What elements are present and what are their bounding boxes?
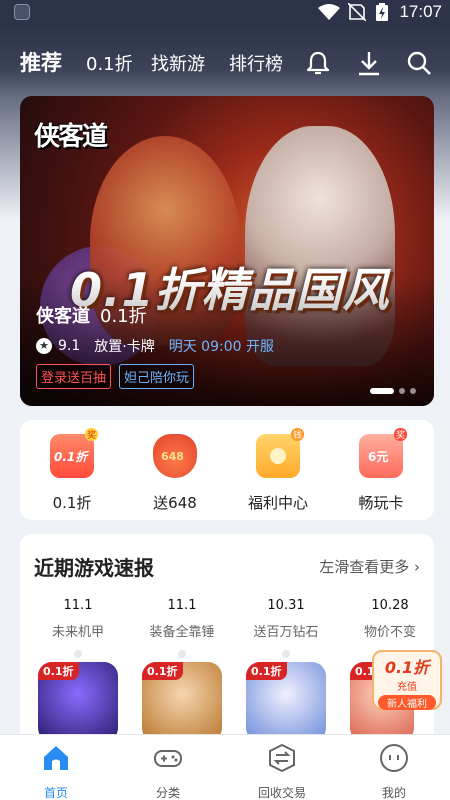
banner-tags: 登录送百抽 妲己陪你玩 [36, 364, 195, 389]
top-navigation: 推荐 0.1折 找新游 排行榜 [0, 24, 450, 100]
game-icon-hammer[interactable]: 0.1折 [142, 662, 222, 742]
timeline-item[interactable]: 10.28 物价不变 [338, 598, 442, 658]
timeline-name: 装备全靠锤 [149, 625, 215, 640]
tab-new-games[interactable]: 找新游 [151, 50, 205, 76]
gift-box-icon: 钱 [256, 428, 304, 478]
see-more-link[interactable]: 左滑查看更多 › [319, 556, 420, 577]
nav-label: 首页 [43, 786, 68, 800]
timeline-item[interactable]: 11.1 装备全靠锤 [130, 598, 234, 658]
recent-games-news: 近期游戏速报 左滑查看更多 › 11.1 未来机甲 11.1 装备全靠锤 10.… [20, 534, 434, 744]
star-icon: ★ [36, 338, 52, 354]
timeline-date: 10.31 [267, 598, 305, 613]
carousel-dot-active[interactable] [370, 388, 394, 394]
nav-label: 回收交易 [257, 786, 306, 800]
quick-entry-play-card[interactable]: 6元 奖 畅玩卡 [336, 428, 426, 513]
tab-recommend[interactable]: 推荐 [20, 47, 62, 77]
tag-companion: 妲己陪你玩 [119, 364, 195, 389]
banner-game-logo: 侠客道 [34, 122, 108, 152]
game-icon-future-mecha[interactable]: 0.1折 [38, 662, 118, 742]
timeline-dot [74, 650, 82, 658]
game-name: 侠客道 [36, 306, 90, 327]
game-discount: 0.1折 [100, 306, 147, 327]
carousel-dot[interactable] [410, 388, 416, 394]
game-rating: 9.1 [58, 338, 81, 354]
nav-home[interactable]: 首页 [0, 743, 112, 800]
tab-ranking[interactable]: 排行榜 [229, 50, 283, 76]
game-genre: 放置·卡牌 [94, 339, 155, 355]
timeline-dot [282, 650, 290, 658]
shield-icon [14, 4, 30, 20]
banner-meta: ★ 9.1 放置·卡牌 明天 09:00 开服 [36, 336, 274, 356]
timeline-date: 11.1 [63, 598, 93, 613]
bell-icon[interactable] [305, 50, 331, 76]
carousel-indicator [370, 388, 416, 394]
featured-banner[interactable]: 侠客道 0.1折精品国风 侠客道0.1折 ★ 9.1 放置·卡牌 明天 09:0… [20, 96, 434, 406]
quick-entry-label: 福利中心 [247, 494, 308, 512]
no-sim-icon [348, 3, 366, 21]
lucky-bag-icon: 648 [153, 434, 197, 478]
quick-entry-welfare[interactable]: 钱 福利中心 [233, 428, 323, 513]
game-release-time: 明天 09:00 开服 [168, 339, 274, 355]
quick-entry-648[interactable]: 648 送648 [130, 434, 220, 513]
section-title: 近期游戏速报 [34, 556, 154, 580]
nav-recycle-trade[interactable]: 回收交易 [226, 743, 338, 800]
timeline-date: 11.1 [167, 598, 197, 613]
timeline-date: 10.28 [371, 598, 409, 613]
clock: 17:07 [399, 2, 442, 21]
banner-game-name: 侠客道 0.1折 [36, 302, 147, 328]
nav-category[interactable]: 分类 [112, 743, 224, 800]
nav-label: 我的 [381, 786, 406, 800]
timeline-name: 送百万钻石 [253, 625, 319, 640]
newcomer-promo-float[interactable]: 0.1折 充值 新人福利 [372, 650, 442, 710]
bottom-navigation: 首页 分类 回收交易 我的 [0, 734, 450, 800]
nav-profile[interactable]: 我的 [338, 743, 450, 800]
quick-entries: 0.1折 奖 0.1折 648 送648 钱 福利中心 6元 奖 畅玩卡 [20, 420, 434, 520]
vip-card-icon: 6元 奖 [359, 428, 407, 478]
discount-coupon-icon: 0.1折 奖 [50, 428, 98, 478]
timeline-name: 未来机甲 [51, 625, 104, 640]
gamepad-icon [154, 750, 182, 767]
timeline-item[interactable]: 11.1 未来机甲 [26, 598, 130, 658]
nav-label: 分类 [155, 786, 180, 800]
profile-icon [380, 744, 408, 772]
quick-entry-label: 畅玩卡 [358, 494, 404, 512]
game-icon-diamond[interactable]: 0.1折 [246, 662, 326, 742]
timeline-name: 物价不变 [363, 625, 416, 640]
wifi-icon [318, 4, 340, 20]
chevron-right-icon: › [414, 558, 420, 576]
promo-subtitle: 充值 [397, 682, 417, 693]
home-icon [44, 746, 68, 770]
promo-button[interactable]: 新人福利 [378, 695, 436, 710]
quick-entry-label: 0.1折 [52, 494, 92, 512]
status-bar: 17:07 [0, 0, 450, 24]
timeline-item[interactable]: 10.31 送百万钻石 [234, 598, 338, 658]
battery-charging-icon [376, 3, 388, 21]
tab-discount[interactable]: 0.1折 [86, 50, 133, 76]
download-icon[interactable] [356, 50, 382, 76]
exchange-icon [269, 743, 295, 773]
quick-entry-discount[interactable]: 0.1折 奖 0.1折 [27, 428, 117, 513]
search-icon[interactable] [406, 50, 432, 76]
promo-title: 0.1折 [384, 658, 430, 677]
timeline-dot [178, 650, 186, 658]
carousel-dot[interactable] [399, 388, 405, 394]
tag-login-reward: 登录送百抽 [36, 364, 112, 389]
quick-entry-label: 送648 [153, 494, 197, 512]
